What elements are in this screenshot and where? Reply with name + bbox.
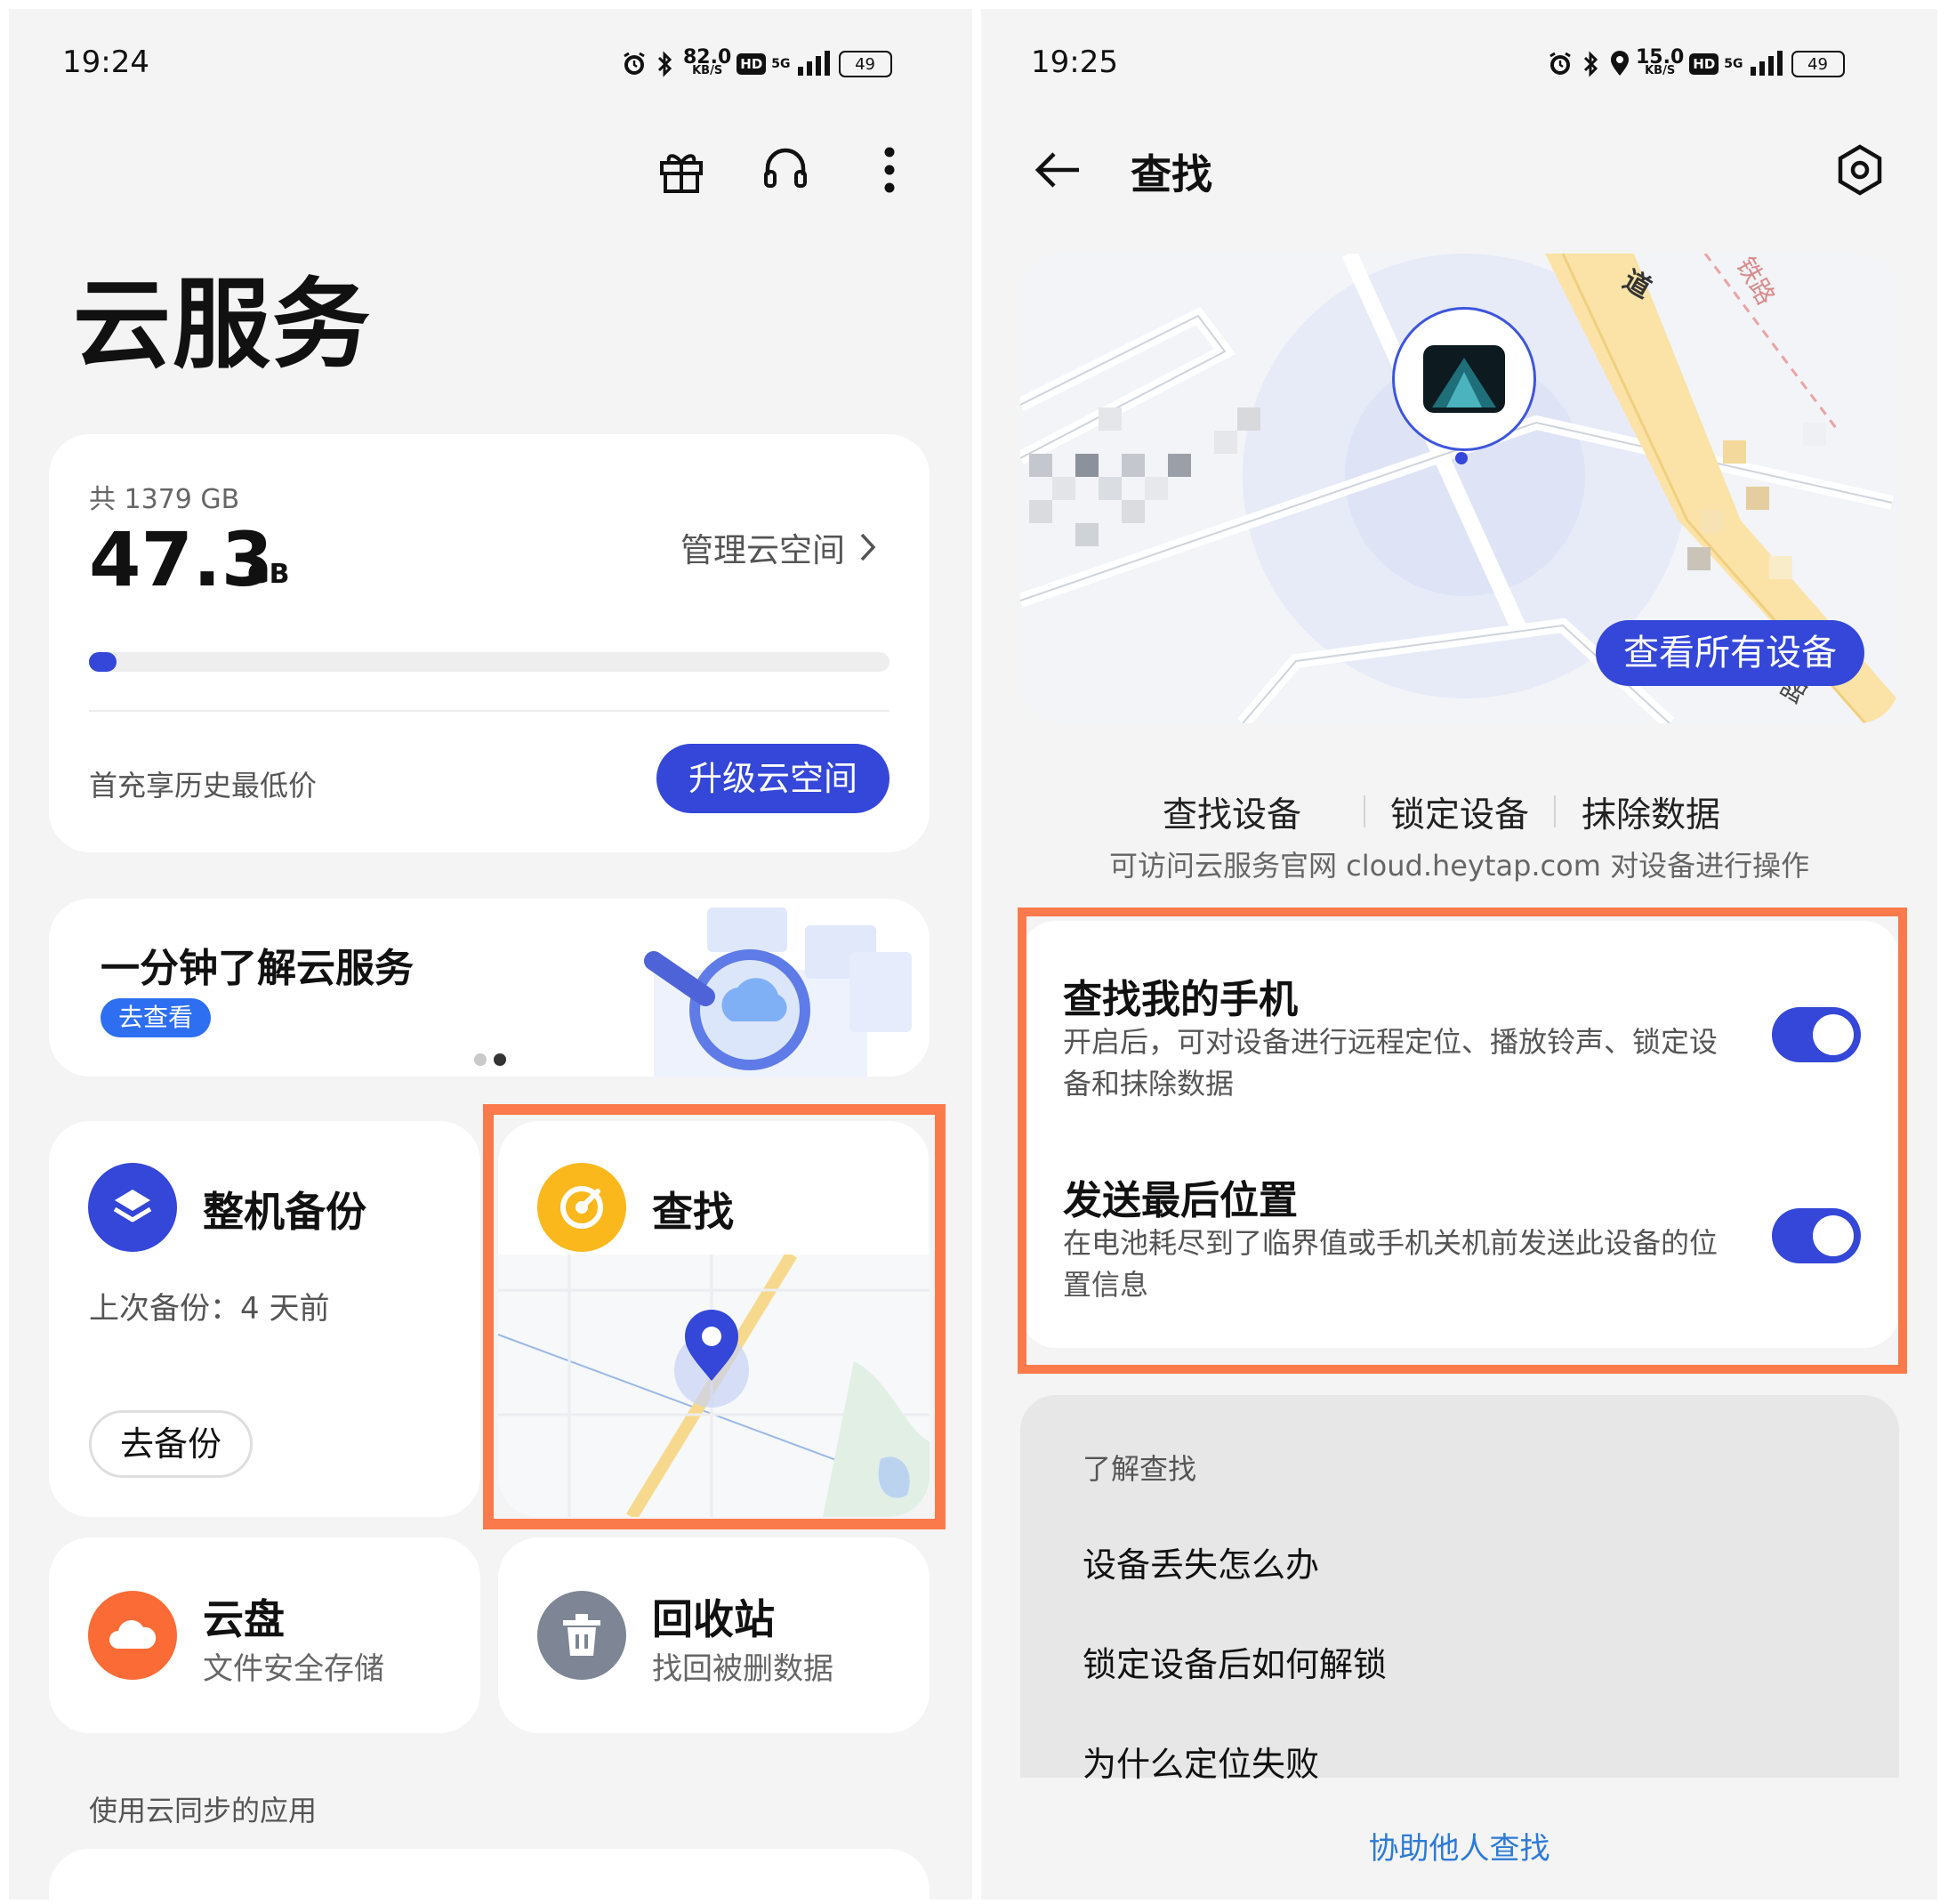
bluetooth-icon xyxy=(1583,51,1598,77)
banner-view-button[interactable]: 去查看 xyxy=(101,998,211,1037)
alarm-icon xyxy=(1550,52,1571,75)
storage-progress-fill xyxy=(89,652,117,672)
status-icons: 82.0 KB/S HD 5G 49 xyxy=(621,46,892,82)
more-vertical-icon xyxy=(884,147,895,193)
device-map[interactable]: 道 铁路 路 查看所有设备 xyxy=(1020,254,1899,723)
actions-hint: 可访问云服务官网 cloud.heytap.com 对设备进行操作 xyxy=(1109,849,1810,883)
device-wallpaper-icon xyxy=(1432,358,1496,407)
network-speed: 82.0 xyxy=(683,46,732,69)
hd-badge: HD xyxy=(737,53,767,75)
manage-storage-label: 管理云空间 xyxy=(680,531,845,569)
page-title: 查找 xyxy=(1131,150,1212,198)
location-icon xyxy=(1611,51,1629,76)
arrow-left-icon xyxy=(1034,152,1079,188)
help-others-find-link[interactable]: 协助他人查找 xyxy=(981,1824,1937,1868)
view-all-devices-button[interactable]: 查看所有设备 xyxy=(1596,620,1864,686)
intro-banner[interactable]: 一分钟了解云服务 去查看 xyxy=(49,899,930,1077)
divider xyxy=(89,710,889,712)
action-separator xyxy=(1364,795,1365,827)
settings-hexagon-icon xyxy=(1838,144,1882,196)
find-screen: 19:25 15.0 KB/S HD 5G 49 查找 道 铁路 路 查看所有设… xyxy=(981,9,1937,1900)
faq-item[interactable]: 锁定设备后如何解锁 xyxy=(1083,1637,1387,1686)
status-time: 19:24 xyxy=(62,44,149,80)
network-speed-unit: KB/S xyxy=(692,64,723,77)
page-title: 云服务 xyxy=(73,268,372,382)
drive-icon xyxy=(88,1591,177,1680)
settings-highlight xyxy=(1018,908,1907,1374)
storage-progress-track xyxy=(89,652,889,672)
battery-indicator: 49 xyxy=(1791,51,1845,77)
learn-find-card: 了解查找 设备丢失怎么办 锁定设备后如何解锁 为什么定位失败 xyxy=(1020,1395,1899,1784)
battery-level: 49 xyxy=(1807,54,1828,74)
synced-apps-card xyxy=(49,1849,930,1900)
backup-card[interactable]: 整机备份 上次备份：4 天前 去备份 xyxy=(49,1121,480,1517)
signal-icon xyxy=(1750,51,1783,76)
faq-item[interactable]: 为什么定位失败 xyxy=(1083,1737,1319,1786)
chevron-right-icon xyxy=(860,533,876,561)
action-find-device[interactable]: 查找设备 xyxy=(1163,787,1301,837)
learn-header: 了解查找 xyxy=(1083,1452,1197,1486)
carousel-dot-2[interactable] xyxy=(494,1053,506,1066)
hd-badge: HD xyxy=(1689,53,1719,75)
signal-icon xyxy=(797,51,830,76)
recycle-title: 回收站 xyxy=(652,1595,775,1643)
recycle-icon xyxy=(537,1591,626,1680)
device-marker[interactable] xyxy=(1395,310,1533,448)
synced-apps-header: 使用云同步的应用 xyxy=(89,1794,318,1827)
storage-used-value: 47.3 xyxy=(89,516,274,603)
battery-indicator: 49 xyxy=(838,51,892,77)
device-thumbnail xyxy=(1423,345,1505,413)
support-button[interactable] xyxy=(753,138,817,202)
storage-total: 共 1379 GB xyxy=(89,484,240,515)
network-type: 5G xyxy=(771,57,791,71)
action-lock-device[interactable]: 锁定设备 xyxy=(1390,787,1529,837)
action-erase-data[interactable]: 抹除数据 xyxy=(1582,787,1720,837)
action-separator xyxy=(1554,795,1556,827)
gift-icon xyxy=(660,154,703,193)
cloud-service-screen: 19:24 82.0 KB/S HD 5G 49 云服务 共 1379 GB 4… xyxy=(9,9,972,1900)
back-button[interactable] xyxy=(1026,138,1090,202)
bluetooth-icon xyxy=(657,51,672,77)
status-time: 19:25 xyxy=(1031,44,1118,80)
help-others-find-label: 协助他人查找 xyxy=(1368,1831,1550,1867)
find-card-highlight xyxy=(483,1104,946,1529)
more-menu-button[interactable] xyxy=(857,138,922,202)
upgrade-storage-button[interactable]: 升级云空间 xyxy=(656,744,889,813)
alarm-icon xyxy=(624,52,645,75)
network-speed-unit: KB/S xyxy=(1645,64,1676,77)
settings-button[interactable] xyxy=(1828,138,1892,202)
network-speed: 15.0 xyxy=(1636,46,1685,69)
cloud-icon xyxy=(109,1619,157,1649)
drive-subtitle: 文件安全存储 xyxy=(203,1651,384,1687)
gift-button[interactable] xyxy=(649,138,713,202)
backup-title: 整机备份 xyxy=(203,1188,366,1236)
layers-icon xyxy=(113,1190,152,1222)
recycle-subtitle: 找回被删数据 xyxy=(652,1651,833,1687)
headset-icon xyxy=(764,148,807,188)
faq-item[interactable]: 设备丢失怎么办 xyxy=(1083,1537,1319,1586)
status-icons: 15.0 KB/S HD 5G 49 xyxy=(1547,46,1845,82)
storage-used-unit: GB xyxy=(247,559,290,590)
drive-title: 云盘 xyxy=(203,1595,285,1643)
trash-icon xyxy=(563,1614,600,1656)
battery-level: 49 xyxy=(855,54,875,74)
recycle-bin-card[interactable]: 回收站 找回被删数据 xyxy=(498,1537,930,1733)
banner-title: 一分钟了解云服务 xyxy=(101,946,414,991)
backup-icon xyxy=(88,1163,177,1252)
backup-now-button[interactable]: 去备份 xyxy=(89,1410,253,1478)
cloud-magnifier-illustration xyxy=(644,908,912,1077)
promo-text: 首充享历史最低价 xyxy=(89,769,318,803)
backup-last-time: 上次备份：4 天前 xyxy=(89,1291,330,1327)
manage-storage-link[interactable]: 管理云空间 xyxy=(680,523,877,571)
carousel-dot-1[interactable] xyxy=(474,1053,487,1066)
cloud-drive-card[interactable]: 云盘 文件安全存储 xyxy=(49,1537,480,1733)
storage-card: 共 1379 GB 47.3 GB 管理云空间 首充享历史最低价 升级云空间 xyxy=(49,434,930,852)
network-type: 5G xyxy=(1724,57,1743,71)
